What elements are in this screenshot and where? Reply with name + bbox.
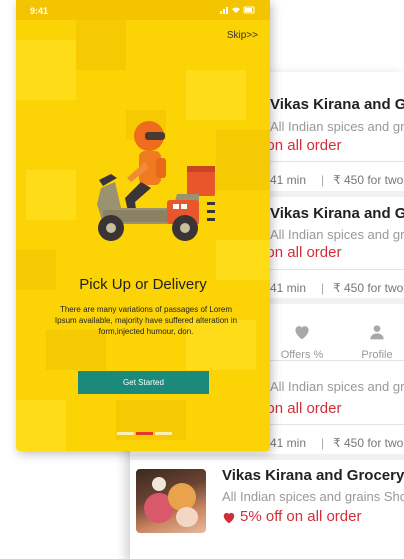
store-title[interactable]: Vikas Kirana and Grocery	[222, 467, 404, 484]
store-price: ₹ 450 for two	[333, 281, 404, 295]
heart-icon	[295, 326, 309, 340]
status-time: 9:41	[30, 6, 49, 16]
store-offer: 5% off on all order	[240, 508, 362, 525]
page-indicator-dot[interactable]	[117, 432, 134, 435]
store-thumbnail[interactable]	[136, 469, 206, 533]
onboarding-description: There are many variations of passages of…	[54, 305, 238, 336]
store-price: ₹ 450 for two	[333, 173, 404, 187]
heart-icon	[223, 512, 235, 524]
page-indicator-dot-active[interactable]	[136, 432, 153, 435]
store-subtitle: All Indian spices and grains Shop	[270, 227, 404, 242]
meta-separator: |	[321, 173, 325, 187]
status-bar: 9:41	[16, 0, 270, 20]
store-price: ₹ 450 for two	[333, 436, 404, 450]
meta-separator: |	[321, 436, 325, 450]
get-started-button[interactable]: Get Started	[78, 371, 209, 394]
onboarding-title: Pick Up or Delivery	[79, 276, 207, 293]
store-eta: 41 min	[270, 436, 307, 450]
store-subtitle: All Indian spices and grains Shop	[270, 119, 404, 134]
store-subtitle: All Indian spices and grains Shop	[222, 489, 404, 504]
status-icons	[220, 6, 255, 14]
onboarding-screen: 9:41 Skip>> Pick Up or Delivery There ar…	[16, 0, 270, 451]
meta-separator: |	[321, 281, 325, 295]
store-eta: 41 min	[270, 173, 307, 187]
page-indicator-dot[interactable]	[155, 432, 172, 435]
store-title[interactable]: Vikas Kirana and Grocery	[270, 205, 404, 222]
person-icon	[370, 325, 384, 340]
store-title[interactable]: Vikas Kirana and Grocery	[270, 96, 404, 113]
store-eta: 41 min	[270, 281, 307, 295]
nav-profile[interactable]: Profile	[342, 324, 404, 361]
store-subtitle: All Indian spices and grains Shop	[270, 379, 404, 394]
card-gap	[130, 454, 404, 460]
skip-link[interactable]: Skip>>	[227, 30, 258, 41]
nav-offers[interactable]: Offers %	[267, 324, 337, 361]
delivery-scooter-illustration	[97, 121, 215, 241]
